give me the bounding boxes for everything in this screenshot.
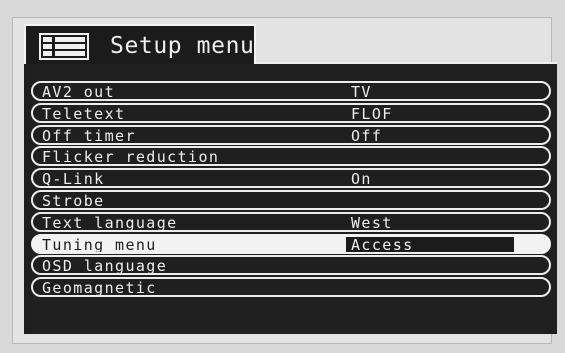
menu-item-label: Teletext bbox=[42, 104, 126, 123]
menu-item-label: Flicker reduction bbox=[42, 148, 220, 167]
menu-title-tab: Setup menu bbox=[24, 24, 256, 64]
menu-item[interactable]: Strobe bbox=[31, 189, 551, 210]
menu-item-label: Strobe bbox=[42, 191, 105, 210]
menu-item-value: West bbox=[351, 213, 393, 232]
menu-item-value: On bbox=[351, 170, 372, 189]
menu-item[interactable]: Text language West bbox=[31, 211, 551, 232]
menu-item-value: Access bbox=[351, 235, 414, 254]
menu-title: Setup menu bbox=[110, 33, 255, 59]
menu-item[interactable]: Q-Link On bbox=[31, 168, 551, 189]
menu-item-value: TV bbox=[351, 83, 372, 101]
menu-item[interactable]: Off timer Off bbox=[31, 124, 551, 145]
menu-item-value: Off bbox=[351, 126, 383, 145]
menu-item[interactable]: AV2 out TV bbox=[31, 81, 551, 101]
menu-item[interactable]: OSD language bbox=[31, 255, 551, 276]
menu-item-label: Tuning menu bbox=[42, 235, 157, 254]
menu-item-label: OSD language bbox=[42, 257, 168, 276]
menu-item[interactable]: Tuning menu Access bbox=[31, 233, 551, 254]
menu-item[interactable]: Geomagnetic bbox=[31, 277, 551, 298]
menu-item-label: Q-Link bbox=[42, 170, 105, 189]
menu-item[interactable]: Flicker reduction bbox=[31, 146, 551, 167]
menu-list-icon bbox=[39, 33, 89, 60]
menu-list: AV2 out TV Teletext FLOF Off timer Off Flicker… bbox=[31, 81, 551, 299]
menu-item-label: Geomagnetic bbox=[42, 279, 157, 298]
menu-item-label: AV2 out bbox=[42, 83, 116, 101]
menu-item-label: Off timer bbox=[42, 126, 136, 145]
menu-item-label: Text language bbox=[42, 213, 178, 232]
menu-item-value: FLOF bbox=[351, 104, 393, 123]
menu-item[interactable]: Teletext FLOF bbox=[31, 102, 551, 123]
